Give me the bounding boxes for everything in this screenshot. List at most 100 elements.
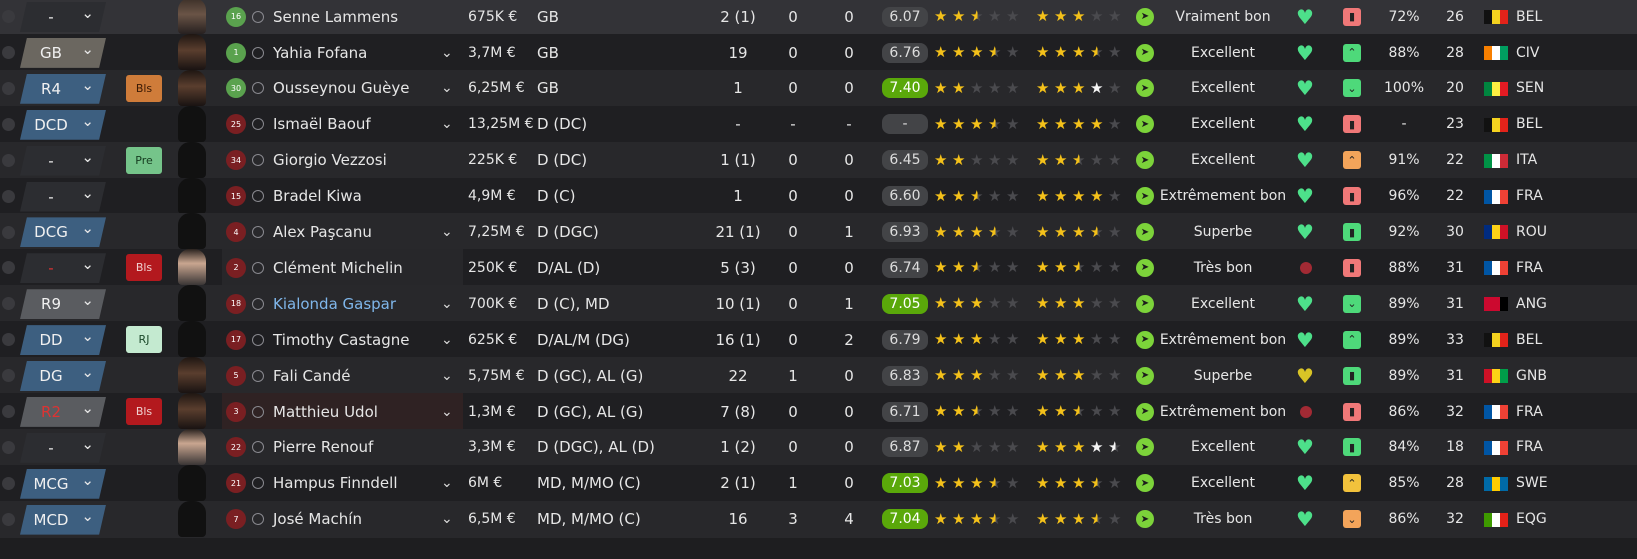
chevron-down-icon[interactable]: ⌄: [441, 213, 459, 250]
player-name[interactable]: Yahia Fofana: [273, 34, 448, 71]
chevron-down-icon[interactable]: ⌄: [81, 507, 94, 525]
table-row[interactable]: DG ⌄ 5 Fali Candé ⌄ 5,75M € D (GC), AL (G) 22 1 0…: [0, 357, 1637, 395]
table-row[interactable]: GB ⌄ 1 Yahia Fofana ⌄ 3,7M € GB 19 0 0 6.76 ★ ★ ★ ★ ★ ★ ★…: [0, 33, 1637, 72]
position-pill[interactable]: DCG ⌄: [20, 217, 106, 248]
player-name[interactable]: Ismaël Baouf: [273, 106, 448, 143]
chevron-down-icon[interactable]: ⌄: [441, 501, 459, 538]
row-select-checkbox[interactable]: [0, 142, 17, 179]
position-pill[interactable]: DCD ⌄: [20, 109, 106, 140]
chevron-down-icon[interactable]: ⌄: [81, 112, 94, 130]
row-select-checkbox[interactable]: [0, 0, 17, 35]
position-dropdown[interactable]: R2 ⌄: [20, 396, 112, 427]
row-select-checkbox[interactable]: [0, 178, 17, 215]
row-select-checkbox[interactable]: [0, 285, 17, 322]
player-name[interactable]: Bradel Kiwa: [273, 178, 448, 215]
row-select-checkbox[interactable]: [0, 106, 17, 143]
table-row[interactable]: DCG ⌄ 4 Alex Paşcanu ⌄ 7,25M € D (DGC) 21 (1) 0 1…: [0, 213, 1637, 251]
row-select-checkbox[interactable]: [0, 70, 17, 107]
chevron-down-icon[interactable]: ⌄: [441, 465, 459, 502]
position-pill[interactable]: MCD ⌄: [20, 504, 106, 535]
chevron-down-icon[interactable]: ⌄: [441, 70, 459, 107]
position-pill[interactable]: MCG ⌄: [20, 468, 106, 499]
table-row[interactable]: MCD ⌄ 7 José Machín ⌄ 6,5M € MD, M/MO (C) 16 3 4 7…: [0, 500, 1637, 538]
position-pill[interactable]: GB ⌄: [20, 37, 106, 68]
player-name[interactable]: Hampus Finndell: [273, 465, 448, 502]
table-row[interactable]: - ⌄ Bls 2 Clément Michelin 250K € D/AL (D) 5 (3…: [0, 249, 1637, 287]
chevron-down-icon[interactable]: ⌄: [81, 148, 94, 166]
chevron-down-icon[interactable]: ⌄: [81, 219, 94, 237]
position-dropdown[interactable]: R9 ⌄: [20, 289, 112, 320]
chevron-down-icon[interactable]: ⌄: [441, 393, 459, 430]
chevron-down-icon[interactable]: ⌄: [81, 40, 94, 58]
chevron-down-icon[interactable]: ⌄: [441, 321, 459, 358]
table-row[interactable]: R9 ⌄ 18 Kialonda Gaspar ⌄ 700K € D (C), MD 10 (…: [0, 285, 1637, 323]
player-name[interactable]: Timothy Castagne: [273, 321, 448, 358]
chevron-down-icon[interactable]: ⌄: [441, 106, 459, 143]
player-name[interactable]: Giorgio Vezzosi: [273, 142, 448, 179]
position-pill[interactable]: - ⌄: [20, 253, 106, 284]
row-select-checkbox[interactable]: [0, 321, 17, 358]
player-name[interactable]: Pierre Renouf: [273, 429, 448, 466]
row-select-checkbox[interactable]: [0, 357, 17, 394]
position-pill[interactable]: - ⌄: [20, 181, 106, 212]
position-pill[interactable]: DG ⌄: [20, 361, 106, 391]
table-row[interactable]: R4 ⌄ Bls 30 Ousseynou Guèye ⌄ 6,25M € GB 1 0 0 7.40…: [0, 69, 1637, 108]
position-pill[interactable]: R4 ⌄: [20, 73, 106, 104]
chevron-down-icon[interactable]: ⌄: [81, 184, 94, 202]
chevron-down-icon[interactable]: ⌄: [441, 285, 459, 322]
chevron-down-icon[interactable]: ⌄: [441, 34, 459, 71]
position-pill[interactable]: DD ⌄: [20, 325, 106, 356]
player-name[interactable]: Senne Lammens: [273, 0, 448, 35]
table-row[interactable]: DD ⌄ RJ 17 Timothy Castagne ⌄ 625K € D/AL/M (DG…: [0, 321, 1637, 359]
player-name[interactable]: Clément Michelin: [273, 249, 448, 286]
position-pill[interactable]: - ⌄: [20, 432, 106, 463]
chevron-down-icon[interactable]: ⌄: [81, 76, 94, 94]
row-select-checkbox[interactable]: [0, 429, 17, 466]
position-dropdown[interactable]: - ⌄: [20, 253, 112, 284]
table-row[interactable]: DCD ⌄ 25 Ismaël Baouf ⌄ 13,25M € D (DC) - - - - ★ ★ ★…: [0, 105, 1637, 144]
position-dropdown[interactable]: GB ⌄: [20, 37, 112, 68]
chevron-down-icon[interactable]: ⌄: [81, 363, 94, 381]
table-row[interactable]: MCG ⌄ 21 Hampus Finndell ⌄ 6M € MD, M/MO (C) 2 …: [0, 464, 1637, 503]
position-pill[interactable]: R2 ⌄: [20, 396, 106, 427]
player-name[interactable]: Ousseynou Guèye: [273, 70, 448, 107]
chevron-down-icon[interactable]: ⌄: [81, 399, 94, 417]
chevron-down-icon[interactable]: ⌄: [81, 255, 94, 273]
row-select-checkbox[interactable]: [0, 465, 17, 502]
row-select-checkbox[interactable]: [0, 213, 17, 250]
player-name[interactable]: José Machín: [273, 501, 448, 538]
position-dropdown[interactable]: - ⌄: [20, 145, 112, 176]
position-dropdown[interactable]: DG ⌄: [20, 361, 112, 391]
table-row[interactable]: - ⌄ 15 Bradel Kiwa 4,9M € D (C) 1 0 0 6.60 ★ ★ ★ ★ ★ ★ ★…: [0, 177, 1637, 215]
position-dropdown[interactable]: MCG ⌄: [20, 468, 112, 499]
table-row[interactable]: R2 ⌄ Bls 3 Matthieu Udol ⌄ 1,3M € D (GC), AL (G…: [0, 392, 1637, 431]
position-dropdown[interactable]: - ⌄: [20, 2, 112, 32]
player-name[interactable]: Kialonda Gaspar: [273, 285, 448, 322]
row-select-checkbox[interactable]: [0, 393, 17, 430]
position-pill[interactable]: - ⌄: [20, 2, 106, 32]
table-row[interactable]: - ⌄ 22 Pierre Renouf 3,3M € D (DGC), AL (D) 1 …: [0, 428, 1637, 467]
chevron-down-icon[interactable]: ⌄: [81, 471, 94, 489]
position-pill[interactable]: R9 ⌄: [20, 289, 106, 320]
player-name[interactable]: Matthieu Udol: [273, 393, 448, 430]
chevron-down-icon[interactable]: ⌄: [81, 435, 94, 453]
player-name[interactable]: Alex Paşcanu: [273, 213, 448, 250]
table-row[interactable]: - ⌄ 16 Senne Lammens 675K € GB 2 (1) 0 0 6.07 ★ ★ ★ ★…: [0, 0, 1637, 36]
chevron-down-icon[interactable]: ⌄: [81, 327, 94, 345]
row-select-checkbox[interactable]: [0, 249, 17, 286]
position-dropdown[interactable]: DCD ⌄: [20, 109, 112, 140]
position-dropdown[interactable]: DCG ⌄: [20, 217, 112, 248]
row-select-checkbox[interactable]: [0, 501, 17, 538]
position-pill[interactable]: - ⌄: [20, 145, 106, 176]
position-dropdown[interactable]: DD ⌄: [20, 325, 112, 356]
chevron-down-icon[interactable]: ⌄: [441, 357, 459, 394]
player-name[interactable]: Fali Candé: [273, 357, 448, 394]
position-dropdown[interactable]: - ⌄: [20, 181, 112, 212]
position-dropdown[interactable]: - ⌄: [20, 432, 112, 463]
chevron-down-icon[interactable]: ⌄: [81, 4, 94, 22]
chevron-down-icon[interactable]: ⌄: [81, 291, 94, 309]
position-dropdown[interactable]: R4 ⌄: [20, 73, 112, 104]
table-row[interactable]: - ⌄ Pre 34 Giorgio Vezzosi 225K € D (DC) 1 (1) 0…: [0, 141, 1637, 179]
row-select-checkbox[interactable]: [0, 34, 17, 71]
position-dropdown[interactable]: MCD ⌄: [20, 504, 112, 535]
